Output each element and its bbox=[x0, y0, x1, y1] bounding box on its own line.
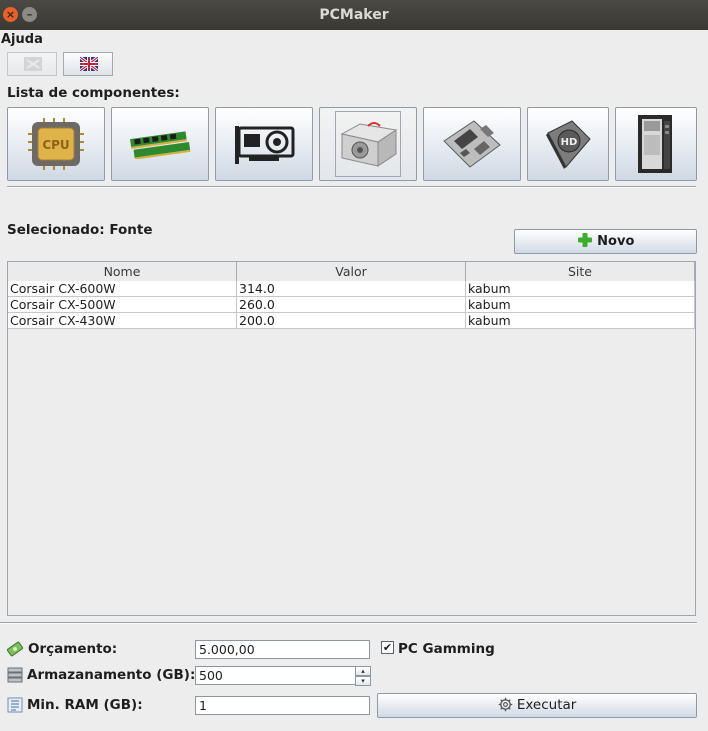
selected-component-label: Selecionado: Fonte bbox=[7, 222, 153, 238]
cpu-icon-text: CPU bbox=[42, 138, 69, 152]
disabled-flag-icon bbox=[24, 57, 42, 71]
motherboard-icon bbox=[443, 120, 501, 168]
ram-list-icon bbox=[7, 697, 23, 713]
plus-icon bbox=[577, 233, 592, 247]
language-button-english[interactable] bbox=[63, 52, 113, 76]
menu-ajuda[interactable]: Ajuda bbox=[1, 32, 43, 47]
new-button[interactable]: Novo bbox=[514, 229, 697, 254]
table-row[interactable]: Corsair CX-430W 200.0 kabum bbox=[8, 313, 695, 329]
table-header: Nome Valor Site bbox=[8, 262, 695, 282]
table-row[interactable]: Corsair CX-500W 260.0 kabum bbox=[8, 297, 695, 313]
execute-button-label: Executar bbox=[516, 697, 577, 713]
ram-label: Min. RAM (GB): bbox=[27, 697, 143, 713]
cell-site: kabum bbox=[466, 297, 695, 313]
cell-valor: 260.0 bbox=[237, 297, 466, 313]
cell-nome: Corsair CX-500W bbox=[8, 297, 237, 313]
gear-icon bbox=[498, 697, 512, 712]
column-header-site[interactable]: Site bbox=[466, 262, 695, 281]
cell-valor: 200.0 bbox=[237, 313, 466, 329]
separator bbox=[7, 186, 696, 188]
cell-site: kabum bbox=[466, 281, 695, 297]
component-button-placa-mae[interactable] bbox=[423, 107, 521, 181]
money-icon bbox=[7, 641, 23, 657]
cell-nome: Corsair CX-600W bbox=[8, 281, 237, 297]
psu-icon bbox=[340, 122, 398, 167]
cpu-icon: CPU bbox=[28, 118, 84, 170]
components-label: Lista de componentes: bbox=[7, 85, 180, 101]
cell-site: kabum bbox=[466, 313, 695, 329]
component-button-placa-de-video[interactable] bbox=[215, 107, 313, 181]
component-button-fonte[interactable] bbox=[319, 107, 417, 181]
column-header-nome[interactable]: Nome bbox=[8, 262, 237, 281]
gaming-checkbox[interactable]: ✔ bbox=[381, 641, 394, 654]
budget-label: Orçamento: bbox=[28, 641, 118, 657]
budget-input[interactable]: 5.000,00 bbox=[195, 640, 370, 659]
gpu-icon bbox=[235, 126, 295, 164]
spinner-up-button[interactable]: ▴ bbox=[355, 666, 371, 676]
title-bar: × – PCMaker bbox=[0, 0, 708, 30]
hdd-icon: HD bbox=[546, 120, 591, 169]
storage-spinner-input[interactable]: 500 bbox=[195, 666, 356, 685]
storage-label: Armazanamento (GB): bbox=[27, 667, 196, 683]
case-icon bbox=[638, 115, 672, 173]
spinner-down-button[interactable]: ▾ bbox=[355, 676, 371, 686]
table-row[interactable]: Corsair CX-600W 314.0 kabum bbox=[8, 281, 695, 297]
component-button-hd[interactable]: HD bbox=[527, 107, 609, 181]
component-button-cpu[interactable]: CPU bbox=[7, 107, 105, 181]
menu-bar: Ajuda bbox=[0, 30, 708, 49]
ram-icon bbox=[130, 131, 191, 159]
storage-icon bbox=[7, 667, 23, 683]
separator bbox=[0, 622, 697, 624]
language-button-portuguese[interactable] bbox=[7, 52, 57, 76]
execute-button[interactable]: Executar bbox=[377, 693, 697, 718]
component-button-gabinete[interactable] bbox=[615, 107, 697, 181]
ram-input[interactable]: 1 bbox=[195, 696, 370, 715]
hdd-icon-text: HD bbox=[561, 137, 578, 148]
cell-nome: Corsair CX-430W bbox=[8, 313, 237, 329]
component-button-memoria-ram[interactable] bbox=[111, 107, 209, 181]
gaming-label: PC Gamming bbox=[398, 641, 495, 657]
components-table[interactable]: Nome Valor Site Corsair CX-600W 314.0 ka… bbox=[7, 261, 696, 616]
cell-valor: 314.0 bbox=[237, 281, 466, 297]
column-header-valor[interactable]: Valor bbox=[237, 262, 466, 281]
uk-flag-icon bbox=[80, 57, 98, 71]
window-title: PCMaker bbox=[319, 7, 389, 23]
new-button-label: Novo bbox=[597, 234, 635, 249]
